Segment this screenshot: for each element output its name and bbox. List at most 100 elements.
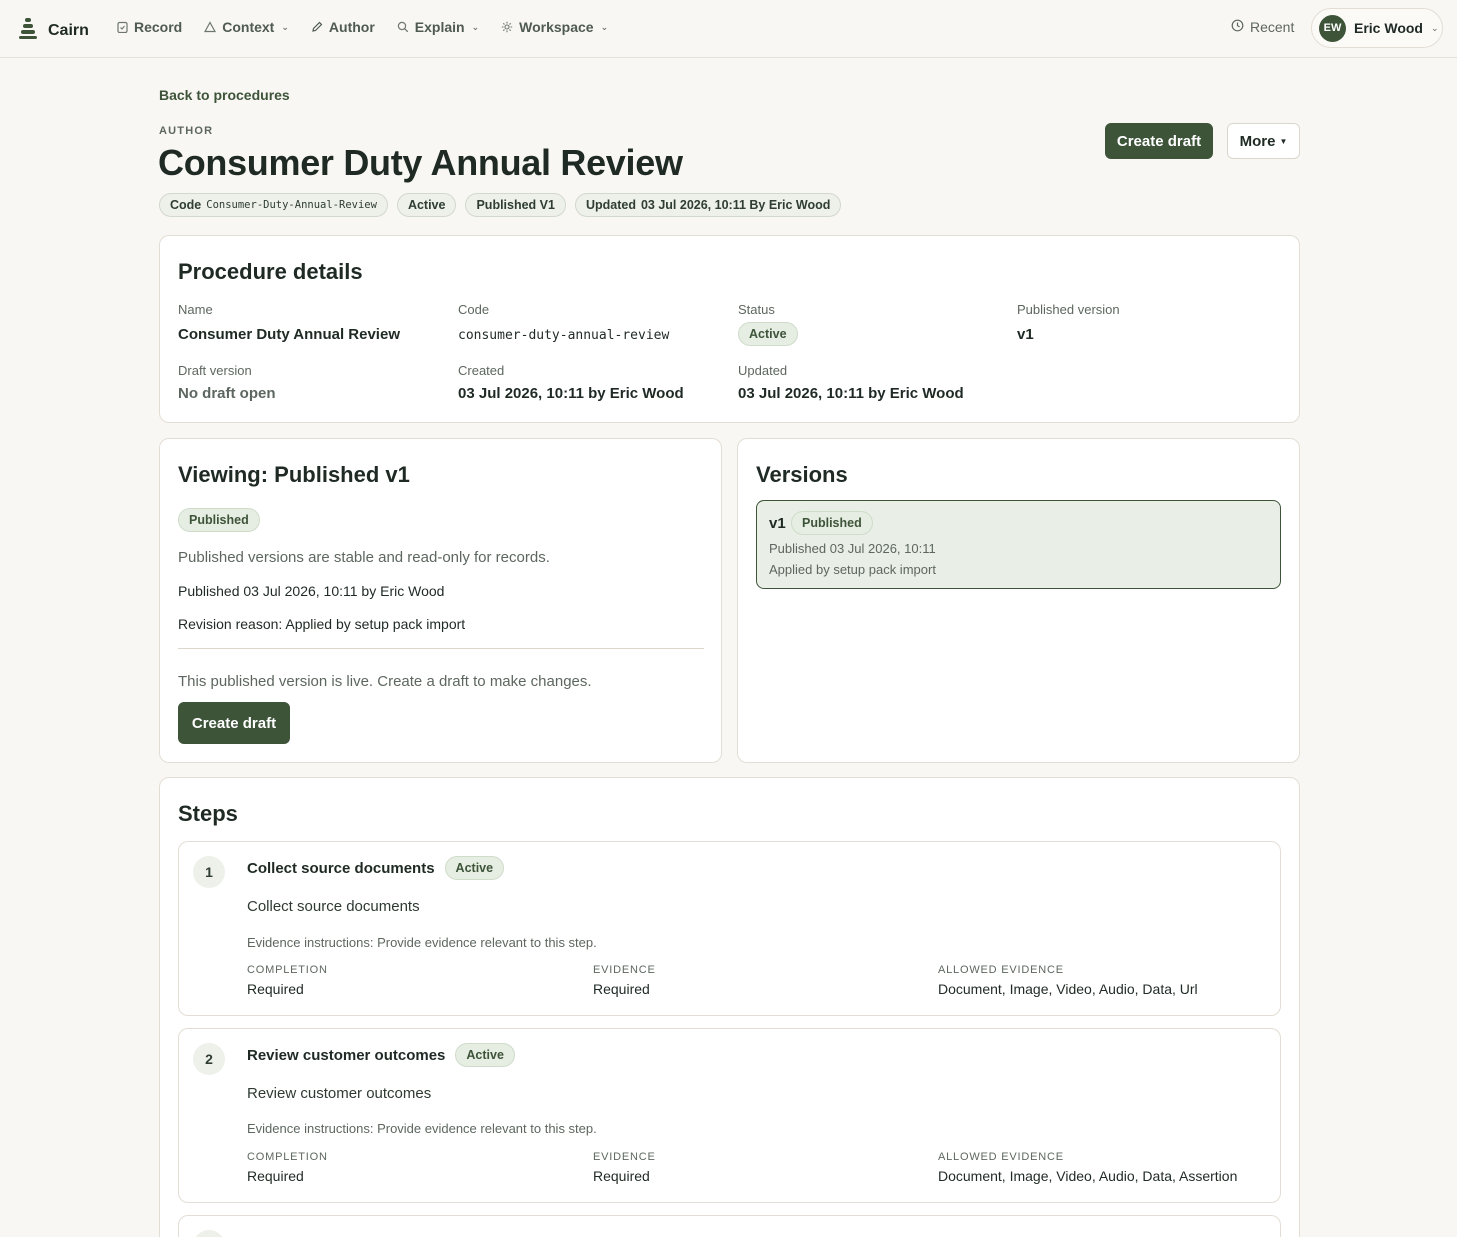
step-title: Review customer outcomes: [247, 1046, 446, 1064]
updated-label: Updated: [738, 363, 788, 378]
completion-label: COMPLETION: [247, 964, 328, 976]
back-to-procedures-link[interactable]: Back to procedures: [159, 87, 290, 103]
chevron-down-icon: ⌄: [281, 21, 289, 32]
nav-item-label: Context: [222, 19, 275, 35]
code-chip-value: Consumer-Duty-Annual-Review: [206, 199, 377, 211]
updated-chip-value: 03 Jul 2026, 10:11 By Eric Wood: [640, 198, 831, 212]
draft-version-label: Draft version: [178, 363, 252, 378]
version-item-v1[interactable]: v1 Published Published 03 Jul 2026, 10:1…: [756, 500, 1281, 589]
step-number: 2: [193, 1043, 225, 1075]
versions-title: Versions: [756, 462, 848, 487]
step-number: [193, 1230, 225, 1237]
section-eyebrow: AUTHOR: [159, 125, 214, 137]
published-badge: Published: [178, 508, 260, 532]
nav-menu: Record Context ⌄ Author Explain ⌄ Worksp…: [116, 19, 608, 35]
caret-down-icon: ▼: [1279, 136, 1288, 146]
steps-card: Steps 1 Collect source documents Active …: [159, 777, 1300, 1237]
name-label: Name: [178, 302, 213, 317]
step-item[interactable]: [178, 1215, 1281, 1237]
completion-value: Required: [247, 981, 304, 997]
name-value: Consumer Duty Annual Review: [178, 326, 400, 343]
brand[interactable]: Cairn: [18, 17, 89, 44]
step-title: Collect source documents: [247, 859, 435, 877]
updated-chip-label: Updated: [585, 198, 636, 212]
version-published-date: Published 03 Jul 2026, 10:11: [769, 541, 936, 556]
procedure-details-title: Procedure details: [178, 259, 363, 284]
evidence-value: Required: [593, 1168, 650, 1184]
nav-item-record[interactable]: Record: [116, 19, 182, 35]
search-icon: [397, 21, 409, 33]
nav-item-context[interactable]: Context ⌄: [204, 19, 289, 35]
steps-title: Steps: [178, 801, 238, 826]
clipboard-icon: [116, 21, 128, 34]
user-menu[interactable]: EW Eric Wood ⌄: [1311, 8, 1443, 48]
chevron-down-icon: ⌄: [1430, 22, 1439, 33]
published-chip: Published V1: [465, 193, 566, 217]
status-chip: Active: [396, 193, 457, 217]
created-value: 03 Jul 2026, 10:11 by Eric Wood: [458, 385, 684, 402]
status-badge: Active: [738, 322, 798, 346]
chevron-down-icon: ⌄: [471, 21, 480, 32]
step-number: 1: [193, 856, 225, 888]
read-only-note: Published versions are stable and read-o…: [178, 549, 550, 566]
more-button-label: More: [1239, 132, 1276, 150]
versions-card: Versions v1 Published Published 03 Jul 2…: [737, 438, 1300, 763]
recent-label: Recent: [1250, 19, 1295, 35]
create-draft-button[interactable]: Create draft: [178, 702, 290, 744]
step-status-badge: Active: [444, 856, 505, 880]
code-chip: Code Consumer-Duty-Annual-Review: [159, 193, 388, 217]
evidence-label: EVIDENCE: [593, 964, 656, 976]
nav-item-author[interactable]: Author: [311, 19, 375, 35]
cairn-logo-icon: [18, 17, 38, 44]
recent-button[interactable]: Recent: [1231, 19, 1294, 35]
code-value: consumer-duty-annual-review: [458, 328, 670, 343]
nav-item-explain[interactable]: Explain ⌄: [397, 19, 479, 35]
clock-icon: [1231, 19, 1244, 35]
status-label: Status: [738, 302, 775, 317]
allowed-evidence-value: Document, Image, Video, Audio, Data, Ass…: [938, 1168, 1238, 1184]
gear-icon: [501, 21, 513, 33]
step-evidence-instructions: Evidence instructions: Provide evidence …: [247, 935, 597, 950]
version-status-badge: Published: [791, 511, 873, 535]
version-number: v1: [769, 515, 786, 532]
published-by-line: Published 03 Jul 2026, 10:11 by Eric Woo…: [178, 583, 445, 599]
viewing-version-card: Viewing: Published v1 Published Publishe…: [159, 438, 722, 763]
step-description: Collect source documents: [247, 898, 420, 915]
create-draft-button[interactable]: Create draft: [1105, 123, 1213, 159]
divider: [178, 648, 704, 649]
step-item[interactable]: 1 Collect source documents Active Collec…: [178, 841, 1281, 1016]
step-status-badge: Active: [455, 1043, 515, 1067]
code-label: Code: [458, 302, 490, 317]
allowed-evidence-value: Document, Image, Video, Audio, Data, Url: [938, 981, 1198, 997]
completion-label: COMPLETION: [247, 1151, 328, 1163]
top-navigation: Cairn Record Context ⌄ Author Explain ⌄ …: [0, 0, 1457, 58]
nav-item-label: Record: [134, 19, 183, 35]
code-chip-label: Code: [170, 198, 202, 212]
brand-name: Cairn: [48, 21, 89, 39]
evidence-value: Required: [593, 981, 650, 997]
user-name: Eric Wood: [1354, 20, 1423, 36]
triangle-icon: [204, 21, 217, 33]
nav-item-label: Explain: [414, 19, 465, 35]
completion-value: Required: [247, 1168, 304, 1184]
more-button[interactable]: More ▼: [1227, 123, 1300, 159]
avatar: EW: [1319, 14, 1346, 42]
nav-item-label: Author: [328, 19, 375, 35]
updated-value: 03 Jul 2026, 10:11 by Eric Wood: [738, 385, 964, 402]
allowed-evidence-label: ALLOWED EVIDENCE: [938, 1151, 1064, 1163]
allowed-evidence-label: ALLOWED EVIDENCE: [938, 964, 1064, 976]
viewing-title: Viewing: Published v1: [178, 462, 410, 487]
nav-item-workspace[interactable]: Workspace ⌄: [501, 19, 608, 35]
step-description: Review customer outcomes: [247, 1085, 432, 1102]
published-version-value: v1: [1017, 326, 1034, 343]
chevron-down-icon: ⌄: [600, 21, 609, 32]
published-version-label: Published version: [1017, 302, 1120, 317]
nav-item-label: Workspace: [519, 19, 594, 35]
procedure-chips: Code Consumer-Duty-Annual-Review Active …: [159, 193, 842, 217]
step-evidence-instructions: Evidence instructions: Provide evidence …: [247, 1121, 597, 1136]
evidence-label: EVIDENCE: [593, 1151, 656, 1163]
updated-chip: Updated 03 Jul 2026, 10:11 By Eric Wood: [574, 193, 842, 217]
page-title: Consumer Duty Annual Review: [158, 142, 683, 183]
live-note: This published version is live. Create a…: [178, 673, 592, 690]
step-item[interactable]: 2 Review customer outcomes Active Review…: [178, 1028, 1281, 1203]
